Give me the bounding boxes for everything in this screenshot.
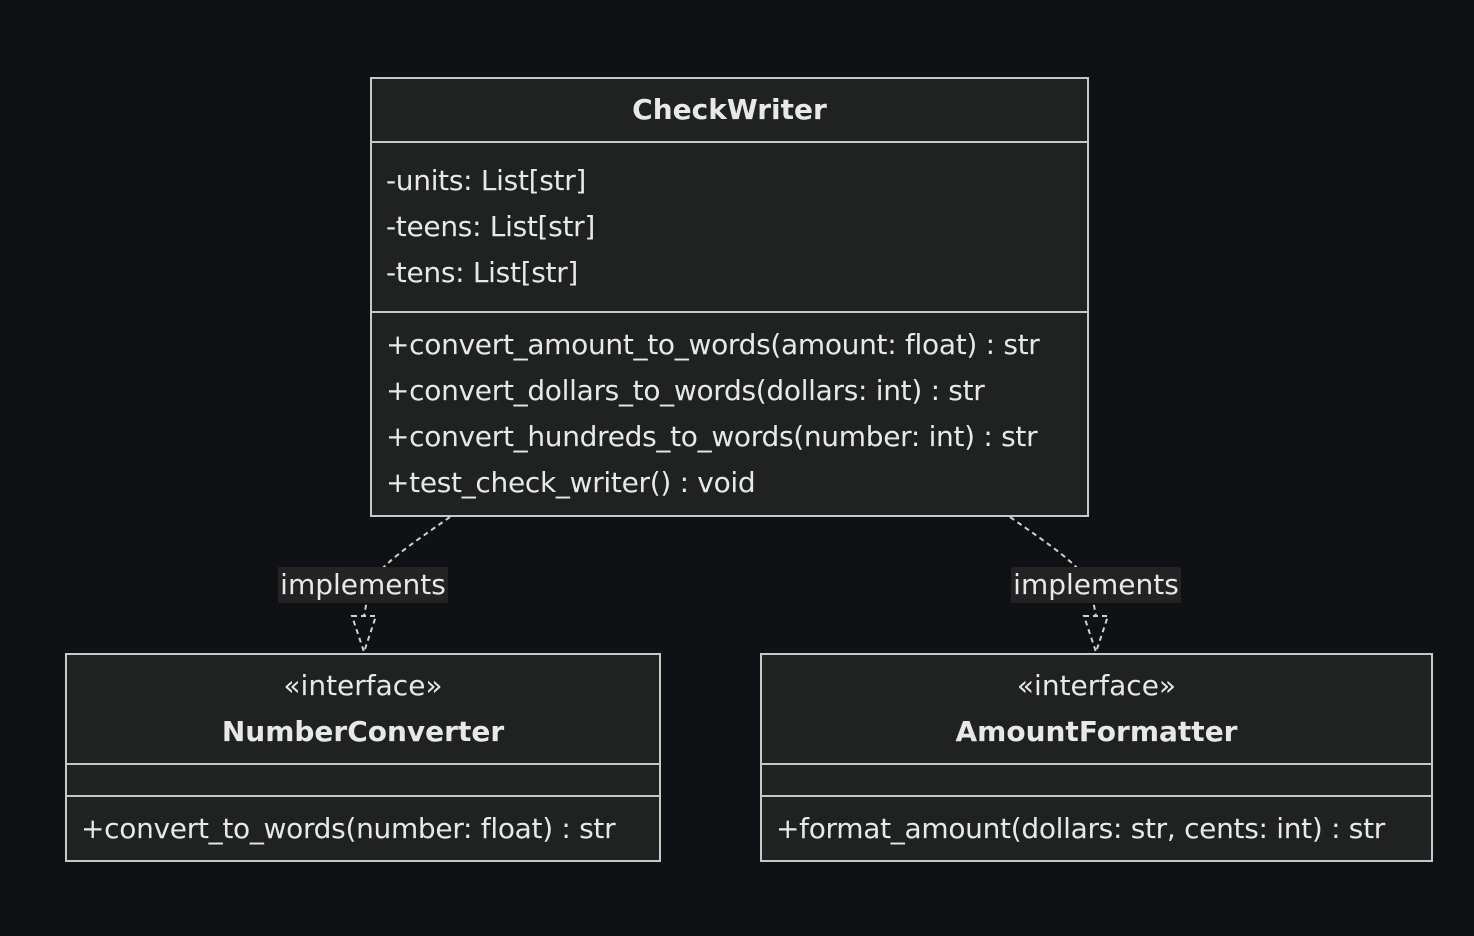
method-format-amount: +format_amount(dollars: str, cents: int)… (776, 811, 1385, 845)
attributes-section (762, 765, 1431, 797)
attribute-tens: -tens: List[str] (386, 256, 579, 289)
relation-label-amountformatter: implements (1011, 567, 1181, 603)
interface-numberconverter[interactable]: «interface» NumberConverter +convert_to_… (65, 653, 661, 862)
methods-section: +format_amount(dollars: str, cents: int)… (762, 797, 1431, 860)
class-header: «interface» NumberConverter (67, 655, 659, 765)
attribute-teens: -teens: List[str] (386, 210, 595, 243)
attribute-units: -units: List[str] (386, 164, 587, 197)
methods-section: +convert_to_words(number: float) : str (67, 797, 659, 860)
method-convert-dollars-to-words: +convert_dollars_to_words(dollars: int) … (386, 374, 985, 407)
attributes-section (67, 765, 659, 797)
class-checkwriter[interactable]: CheckWriter -units: List[str] -teens: Li… (370, 77, 1089, 517)
method-test-check-writer: +test_check_writer() : void (386, 466, 756, 499)
method-convert-amount-to-words: +convert_amount_to_words(amount: float) … (386, 328, 1040, 361)
attributes-section: -units: List[str] -teens: List[str] -ten… (372, 143, 1087, 313)
method-convert-to-words: +convert_to_words(number: float) : str (81, 811, 616, 845)
class-name: CheckWriter (632, 93, 827, 126)
class-name: NumberConverter (221, 715, 505, 748)
class-diagram: implements implements CheckWriter -units… (0, 0, 1474, 936)
relation-label-numberconverter: implements (278, 567, 448, 603)
stereotype-label: «interface» (1016, 669, 1177, 702)
stereotype-label: «interface» (283, 669, 443, 702)
interface-amountformatter[interactable]: «interface» AmountFormatter +format_amou… (760, 653, 1433, 862)
methods-section: +convert_amount_to_words(amount: float) … (372, 313, 1087, 515)
class-header: «interface» AmountFormatter (762, 655, 1431, 765)
realization-arrowhead-numberconverter (350, 615, 378, 656)
realization-arrowhead-amountformatter (1082, 615, 1110, 656)
class-header: CheckWriter (372, 79, 1087, 143)
method-convert-hundreds-to-words: +convert_hundreds_to_words(number: int) … (386, 420, 1038, 453)
class-name: AmountFormatter (955, 715, 1238, 748)
